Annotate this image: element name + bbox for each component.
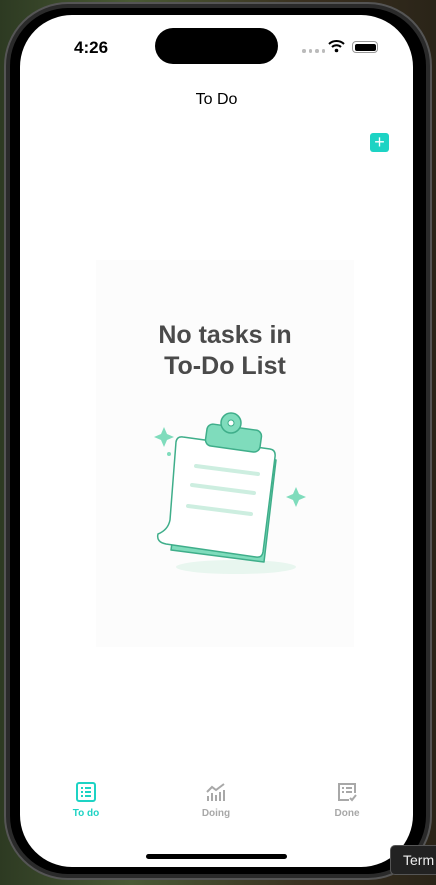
tab-label: Doing bbox=[201, 808, 231, 819]
dynamic-island bbox=[155, 28, 278, 64]
tab-doing[interactable]: Doing bbox=[176, 782, 256, 819]
tab-bar: To do Doing Done bbox=[20, 782, 413, 867]
empty-state-message: No tasks in To-Do List bbox=[96, 320, 354, 382]
empty-line-1: No tasks in bbox=[158, 321, 292, 349]
empty-line-2: To-Do List bbox=[164, 352, 286, 380]
app-screen: 4:26 To Do + No tasks in To-Do List To do… bbox=[20, 15, 413, 867]
empty-state: No tasks in To-Do List bbox=[96, 260, 354, 647]
signal-icon bbox=[302, 49, 325, 53]
add-task-button[interactable]: + bbox=[370, 133, 389, 152]
tab-label: Done bbox=[334, 808, 360, 819]
tab-label: To do bbox=[72, 808, 100, 819]
page-title: To Do bbox=[195, 91, 238, 108]
home-indicator[interactable] bbox=[146, 854, 287, 859]
checklist-icon bbox=[338, 783, 357, 802]
tooltip: Term bbox=[390, 845, 436, 875]
tab-to-do[interactable]: To do bbox=[46, 782, 126, 819]
tab-done[interactable]: Done bbox=[307, 782, 387, 819]
clipboard-illustration-icon bbox=[154, 412, 306, 574]
list-icon bbox=[76, 782, 96, 802]
chart-icon bbox=[206, 783, 225, 801]
battery-icon bbox=[352, 41, 378, 53]
plus-icon: + bbox=[374, 132, 385, 152]
status-time: 4:26 bbox=[74, 38, 109, 57]
wifi-icon bbox=[328, 40, 345, 53]
